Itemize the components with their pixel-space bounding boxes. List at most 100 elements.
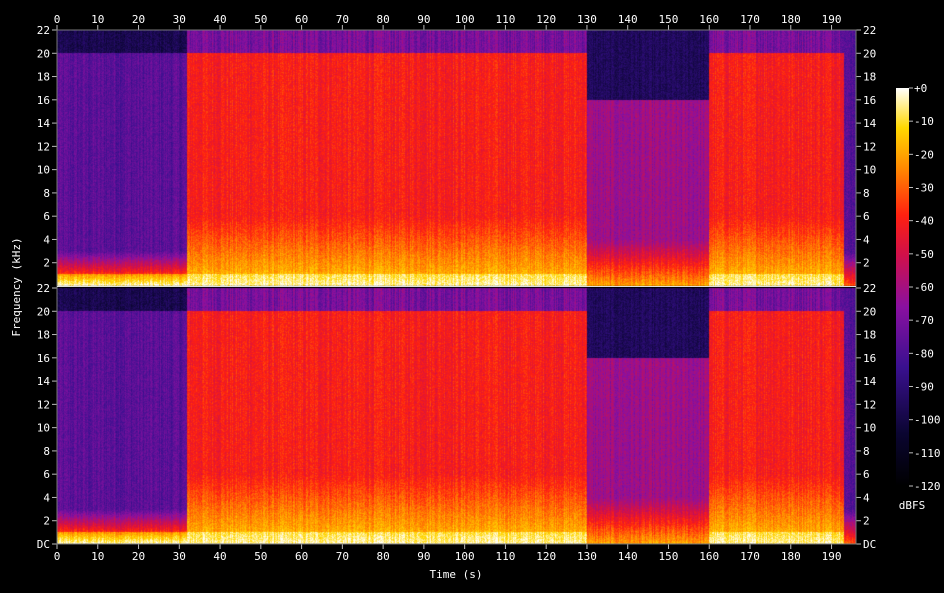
x-tick-label-top: 100 bbox=[455, 13, 475, 26]
x-tick-label-top: 70 bbox=[336, 13, 349, 26]
y-tick-label-left: 10 bbox=[37, 422, 50, 435]
x-tick-label-top: 180 bbox=[781, 13, 801, 26]
x-tick-label-bottom: 110 bbox=[495, 550, 515, 563]
y-tick-label-right: 12 bbox=[863, 398, 876, 411]
colorbar-tick-label: -80 bbox=[914, 347, 934, 360]
x-tick-label-bottom: 40 bbox=[213, 550, 226, 563]
y-tick-label-left: 8 bbox=[43, 445, 50, 458]
y-tick-label-left: 14 bbox=[37, 117, 51, 130]
x-tick-label-top: 170 bbox=[740, 13, 760, 26]
y-tick-label-right: 8 bbox=[863, 445, 870, 458]
colorbar-tick-label: -120 bbox=[914, 480, 941, 493]
y-tick-label-right: 20 bbox=[863, 305, 876, 318]
x-tick-label-top: 140 bbox=[618, 13, 638, 26]
x-axis-label: Time (s) bbox=[430, 568, 483, 581]
colorbar-tick-label: -20 bbox=[914, 148, 934, 161]
y-tick-label-right: 16 bbox=[863, 352, 876, 365]
colorbar-tick-label: -10 bbox=[914, 115, 934, 128]
x-tick-label-top: 90 bbox=[417, 13, 430, 26]
x-axis-bottom: 0 10 20 30 40 50 60 70 80 90 100 110 120 130 140 150 160… bbox=[54, 544, 842, 563]
x-tick-label-top: 190 bbox=[822, 13, 842, 26]
y-tick-label-left: 14 bbox=[37, 375, 51, 388]
x-tick-label-bottom: 130 bbox=[577, 550, 597, 563]
x-tick-label-top: 40 bbox=[213, 13, 226, 26]
colorbar bbox=[896, 88, 909, 486]
y-tick-label-left: 12 bbox=[37, 398, 50, 411]
colorbar-tick-label: -70 bbox=[914, 314, 934, 327]
colorbar-ticks: +0 -10 -20 -30 -40 -50 -60 -70 -80 -90 -100 -110 -12… bbox=[909, 82, 941, 493]
y-tick-label-left: 8 bbox=[43, 187, 50, 200]
y-tick-label-left: 20 bbox=[37, 47, 50, 60]
x-tick-label-top: 30 bbox=[173, 13, 186, 26]
x-tick-label-bottom: 100 bbox=[455, 550, 475, 563]
y-tick-label-left: 16 bbox=[37, 352, 50, 365]
colorbar-tick-label: -60 bbox=[914, 281, 934, 294]
y-tick-label-left: 22 bbox=[37, 282, 50, 295]
x-tick-label-top: 80 bbox=[376, 13, 389, 26]
x-tick-label-top: 20 bbox=[132, 13, 145, 26]
x-tick-label-bottom: 50 bbox=[254, 550, 267, 563]
y-tick-label-left: 2 bbox=[43, 257, 50, 270]
x-tick-label-top: 50 bbox=[254, 13, 267, 26]
x-tick-label-bottom: 190 bbox=[822, 550, 842, 563]
x-tick-label-bottom: 180 bbox=[781, 550, 801, 563]
x-axis-top: 0 10 20 30 40 50 60 70 80 90 100 110 120 130 140 150 160… bbox=[54, 13, 842, 30]
y-axis-left: 2 4 6 8 10 12 14 16 18 20 22 DC 2 4 6 8 10 12 14 16 18 20 22 bbox=[37, 24, 57, 551]
y-tick-label-right: 14 bbox=[863, 375, 877, 388]
colorbar-tick-label: -30 bbox=[914, 182, 934, 195]
y-tick-label-right: 16 bbox=[863, 94, 876, 107]
x-tick-label-bottom: 10 bbox=[91, 550, 104, 563]
y-tick-label-left: 4 bbox=[43, 491, 50, 504]
x-tick-label-bottom: 120 bbox=[536, 550, 556, 563]
y-axis-label: Frequency (kHz) bbox=[10, 237, 23, 336]
x-tick-label-bottom: 0 bbox=[54, 550, 61, 563]
x-tick-label-bottom: 90 bbox=[417, 550, 430, 563]
colorbar-tick-label: +0 bbox=[914, 82, 927, 95]
colorbar-label: dBFS bbox=[899, 499, 926, 512]
y-tick-label-right: 18 bbox=[863, 329, 876, 342]
colorbar-tick-label: -50 bbox=[914, 248, 934, 261]
x-tick-label-top: 110 bbox=[495, 13, 515, 26]
y-tick-label-right: 10 bbox=[863, 164, 876, 177]
y-tick-label-right: 6 bbox=[863, 468, 870, 481]
colorbar-tick-label: -100 bbox=[914, 414, 941, 427]
x-tick-label-top: 150 bbox=[659, 13, 679, 26]
y-tick-label-right: 6 bbox=[863, 210, 870, 223]
y-tick-label-right: 2 bbox=[863, 515, 870, 528]
y-axis-right: 2 4 6 8 10 12 14 16 18 20 22 DC 2 4 6 8 10 12 14 16 18 20 22 bbox=[856, 24, 877, 551]
y-tick-label-right: 8 bbox=[863, 187, 870, 200]
y-tick-label-left: DC bbox=[37, 538, 50, 551]
y-tick-label-left: 20 bbox=[37, 305, 50, 318]
x-tick-label-top: 130 bbox=[577, 13, 597, 26]
y-tick-label-right: 4 bbox=[863, 491, 870, 504]
y-tick-label-right: DC bbox=[863, 538, 876, 551]
y-tick-label-right: 12 bbox=[863, 140, 876, 153]
x-tick-label-bottom: 80 bbox=[376, 550, 389, 563]
y-tick-label-left: 10 bbox=[37, 164, 50, 177]
x-tick-label-top: 60 bbox=[295, 13, 308, 26]
x-tick-label-bottom: 70 bbox=[336, 550, 349, 563]
y-tick-label-right: 18 bbox=[863, 71, 876, 84]
spectrogram-overlay: 0 10 20 30 40 50 60 70 80 90 100 110 120 130 140 150 160… bbox=[10, 13, 941, 581]
y-tick-label-right: 4 bbox=[863, 233, 870, 246]
x-tick-label-bottom: 20 bbox=[132, 550, 145, 563]
y-tick-label-left: 6 bbox=[43, 468, 50, 481]
colorbar-tick-label: -110 bbox=[914, 447, 941, 460]
y-tick-label-right: 14 bbox=[863, 117, 877, 130]
x-tick-label-bottom: 150 bbox=[659, 550, 679, 563]
y-tick-label-right: 10 bbox=[863, 422, 876, 435]
x-tick-label-bottom: 140 bbox=[618, 550, 638, 563]
y-tick-label-left: 16 bbox=[37, 94, 50, 107]
colorbar-tick-label: -40 bbox=[914, 215, 934, 228]
y-tick-label-left: 4 bbox=[43, 233, 50, 246]
y-tick-label-left: 22 bbox=[37, 24, 50, 37]
y-tick-label-left: 12 bbox=[37, 140, 50, 153]
y-tick-label-right: 2 bbox=[863, 257, 870, 270]
x-tick-label-top: 160 bbox=[699, 13, 719, 26]
x-tick-label-bottom: 30 bbox=[173, 550, 186, 563]
x-tick-label-top: 0 bbox=[54, 13, 61, 26]
y-tick-label-left: 18 bbox=[37, 71, 50, 84]
y-tick-label-left: 6 bbox=[43, 210, 50, 223]
x-tick-label-top: 10 bbox=[91, 13, 104, 26]
x-tick-label-bottom: 60 bbox=[295, 550, 308, 563]
